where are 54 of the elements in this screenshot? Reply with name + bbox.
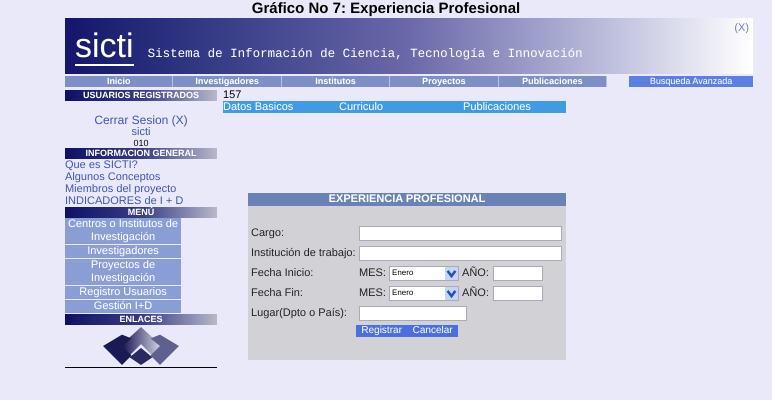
section-header: MENÚ [65,207,217,218]
form-title: EXPERIENCIA PROFESIONAL [248,193,566,206]
section-header: USUARIOS REGISTRADOS [65,90,217,101]
diamond-logo-icon[interactable] [101,327,181,365]
menu-item[interactable]: Investigadores [65,245,181,258]
month-select[interactable]: Enero [389,266,459,280]
close-link[interactable]: (X) [734,20,749,36]
site-title: Sistema de Información de Ciencia, Tecnología e Innovación [148,46,583,64]
tab-link[interactable]: Publicaciones [463,101,566,113]
info-link[interactable]: Miembros del proyecto [65,183,217,195]
nav-tab[interactable]: Institutos [282,76,390,87]
info-link[interactable]: INDICADORES de I + D [65,195,217,207]
field-label: Fecha Fin: [251,286,304,301]
month-select[interactable]: Enero [389,286,459,300]
nav-tab[interactable]: Investigadores [173,76,282,87]
dropdown-caret-icon [445,266,458,280]
menu-item[interactable]: Centros o Institutos de Investigación [65,218,181,244]
field-label: MES: [359,286,387,301]
menu-item[interactable]: Proyectos de Investigación [65,259,181,285]
figure-caption: Gráfico No 7: Experiencia Profesional [252,0,520,18]
section-header: ENLACES [65,314,217,325]
field-label: Lugar(Dpto o País): [251,306,348,321]
input-field[interactable] [359,306,467,320]
info-link[interactable]: Algunos Conceptos [65,171,217,183]
tab-link[interactable]: Datos Basicos [223,101,339,113]
field-label: Fecha Inicio: [251,266,314,281]
field-label: MES: [359,266,387,281]
menu-item[interactable]: Registro Usuarios [65,286,181,299]
select-value: Enero [392,267,414,279]
nav-tab[interactable]: Publicaciones [498,76,608,87]
input-field[interactable] [359,226,562,240]
input-field[interactable] [359,246,562,260]
logout-link[interactable]: Cerrar Sesion (X) [65,114,217,127]
info-link[interactable]: Que es SICTI? [65,159,217,171]
form-button[interactable]: Cancelar [412,325,453,337]
section-header: INFORMACION GENERAL [65,148,217,159]
user-code: 010 [132,138,150,148]
dropdown-caret-icon [445,286,458,300]
tab-link[interactable]: Curriculo [339,101,463,113]
username: sicti [130,127,152,138]
field-label: Institución de trabajo: [251,246,357,261]
counter: 157 [223,90,242,101]
field-label: Cargo: [251,226,286,241]
select-value: Enero [392,287,414,299]
nav-tab[interactable]: Proyectos [390,76,499,87]
logo: sicti [75,28,134,66]
input-field[interactable] [493,286,543,300]
input-field[interactable] [493,266,543,280]
field-label: AÑO: [462,265,490,281]
form-button[interactable]: Registrar [361,325,402,337]
nav-tab[interactable]: Busqueda Avanzada [629,76,754,87]
nav-tab[interactable]: Inicio [65,76,174,87]
field-label: AÑO: [462,285,490,301]
menu-item[interactable]: Gestión I+D [65,300,181,313]
